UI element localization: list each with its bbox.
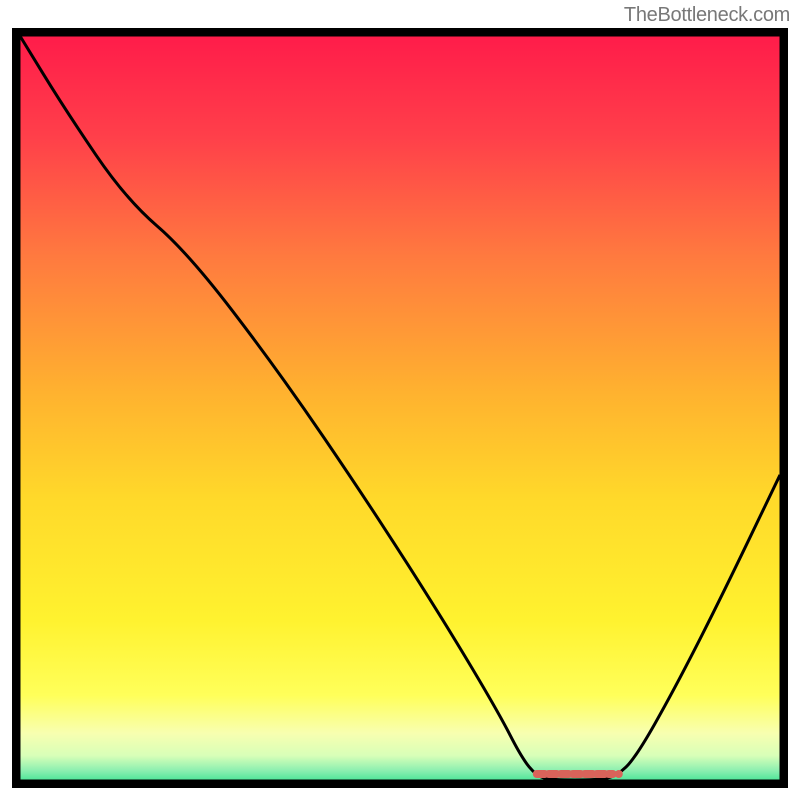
optimal-marker bbox=[537, 770, 623, 778]
watermark-text: TheBottleneck.com bbox=[624, 4, 790, 27]
bottleneck-chart bbox=[12, 28, 788, 788]
chart-container bbox=[12, 28, 788, 788]
gradient-background bbox=[14, 30, 786, 786]
